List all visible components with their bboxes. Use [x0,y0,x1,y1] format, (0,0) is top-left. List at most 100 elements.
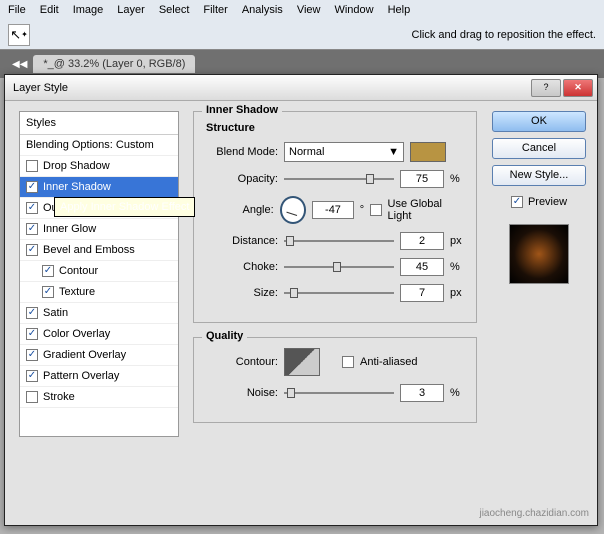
move-tool-icon[interactable]: ↖✦ [8,24,30,46]
checkbox[interactable] [42,286,54,298]
style-label: Bevel and Emboss [43,244,135,256]
unit: % [450,173,460,185]
style-drop-shadow[interactable]: Drop Shadow [20,156,178,177]
quality-group: Quality Contour: Anti-aliased Noise: 3 % [193,337,477,423]
new-style-button[interactable]: New Style... [492,165,586,186]
structure-group: Inner Shadow Structure Blend Mode: Norma… [193,111,477,323]
style-gradient-overlay[interactable]: Gradient Overlay [20,345,178,366]
checkbox[interactable] [26,160,38,172]
checkbox[interactable] [26,370,38,382]
watermark: jiaocheng.chazidian.com [479,508,589,519]
angle-label: Angle: [206,204,274,216]
unit: px [450,287,462,299]
settings-panel: Inner Shadow Structure Blend Mode: Norma… [193,111,477,437]
size-slider[interactable] [284,286,394,300]
noise-value[interactable]: 3 [400,384,444,402]
group-title: Inner Shadow [202,104,282,116]
style-label: Texture [59,286,95,298]
contour-picker[interactable] [284,348,320,376]
ok-button[interactable]: OK [492,111,586,132]
opacity-label: Opacity: [206,173,278,185]
layer-style-dialog: Layer Style ? ✕ Styles Blending Options:… [4,74,598,526]
style-stroke[interactable]: Stroke [20,387,178,408]
preview-label: Preview [528,196,567,208]
size-label: Size: [206,287,278,299]
style-pattern-overlay[interactable]: Pattern Overlay [20,366,178,387]
style-inner-glow[interactable]: Inner Glow [20,219,178,240]
checkbox[interactable] [26,391,38,403]
style-contour[interactable]: Contour [20,261,178,282]
style-label: Inner Shadow [43,181,111,193]
help-button[interactable]: ? [531,79,561,97]
menu-file[interactable]: File [8,4,26,16]
cancel-button[interactable]: Cancel [492,138,586,159]
global-light-label: Use Global Light [388,198,464,222]
menu-analysis[interactable]: Analysis [242,4,283,16]
unit: px [450,235,462,247]
color-swatch[interactable] [410,142,446,162]
unit: % [450,261,460,273]
anti-aliased-checkbox[interactable] [342,356,354,368]
checkbox[interactable] [26,202,38,214]
style-satin[interactable]: Satin [20,303,178,324]
styles-list: Styles Blending Options: Custom Drop Sha… [19,111,179,437]
menu-window[interactable]: Window [334,4,373,16]
menu-help[interactable]: Help [388,4,411,16]
noise-label: Noise: [206,387,278,399]
menu-view[interactable]: View [297,4,321,16]
hint-text: Click and drag to reposition the effect. [412,29,596,41]
styles-header[interactable]: Styles [20,112,178,135]
style-color-overlay[interactable]: Color Overlay [20,324,178,345]
select-value: Normal [289,146,324,158]
global-light-checkbox[interactable] [370,204,381,216]
blending-options[interactable]: Blending Options: Custom [20,135,178,156]
tooltip: Apply Inner Shadow Effect [54,197,195,217]
style-label: Pattern Overlay [43,370,119,382]
chevron-down-icon: ▼ [388,146,399,158]
angle-dial[interactable] [280,196,307,224]
blend-mode-select[interactable]: Normal ▼ [284,142,404,162]
checkbox[interactable] [26,244,38,256]
style-bevel-emboss[interactable]: Bevel and Emboss [20,240,178,261]
menu-select[interactable]: Select [159,4,190,16]
opacity-value[interactable]: 75 [400,170,444,188]
preview-checkbox[interactable] [511,196,523,208]
distance-label: Distance: [206,235,278,247]
close-button[interactable]: ✕ [563,79,593,97]
distance-slider[interactable] [284,234,394,248]
distance-value[interactable]: 2 [400,232,444,250]
choke-slider[interactable] [284,260,394,274]
menu-filter[interactable]: Filter [203,4,227,16]
checkbox[interactable] [42,265,54,277]
noise-slider[interactable] [284,386,394,400]
style-label: Satin [43,307,68,319]
menu-image[interactable]: Image [73,4,104,16]
blend-mode-label: Blend Mode: [206,146,278,158]
tab-scroll-left-icon[interactable]: ◀◀ [12,59,27,70]
menu-edit[interactable]: Edit [40,4,59,16]
checkbox[interactable] [26,328,38,340]
app-menubar: File Edit Image Layer Select Filter Anal… [0,0,604,20]
button-panel: OK Cancel New Style... Preview [491,111,587,437]
unit: % [450,387,460,399]
dialog-titlebar[interactable]: Layer Style ? ✕ [5,75,597,101]
opacity-slider[interactable] [284,172,394,186]
checkbox[interactable] [26,307,38,319]
dialog-title: Layer Style [13,82,68,94]
choke-value[interactable]: 45 [400,258,444,276]
menu-layer[interactable]: Layer [117,4,145,16]
document-tab[interactable]: *_@ 33.2% (Layer 0, RGB/8) [33,55,195,73]
checkbox[interactable] [26,349,38,361]
contour-label: Contour: [206,356,278,368]
options-bar: ↖✦ Click and drag to reposition the effe… [0,20,604,50]
choke-label: Choke: [206,261,278,273]
style-texture[interactable]: Texture [20,282,178,303]
checkbox[interactable] [26,223,38,235]
unit: ° [360,204,364,216]
size-value[interactable]: 7 [400,284,444,302]
style-label: Inner Glow [43,223,96,235]
anti-aliased-label: Anti-aliased [360,356,417,368]
angle-value[interactable]: -47 [312,201,353,219]
style-inner-shadow[interactable]: Inner Shadow Apply Inner Shadow Effect [20,177,178,198]
checkbox[interactable] [26,181,38,193]
